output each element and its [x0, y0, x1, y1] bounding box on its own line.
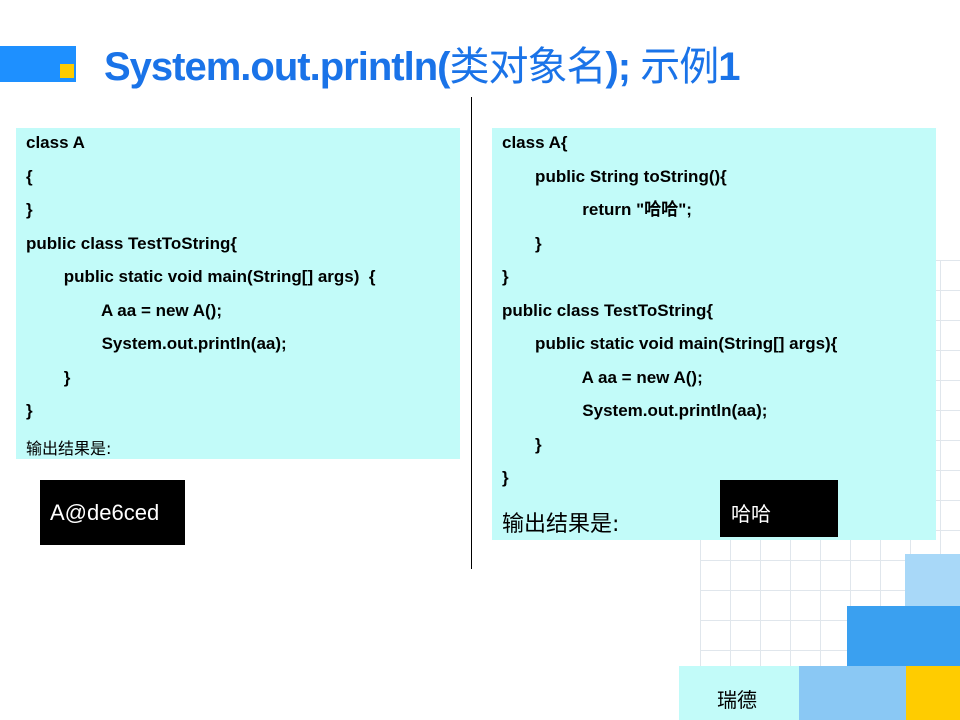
output-value: A@de6ced [50, 500, 160, 525]
vertical-divider [471, 97, 472, 569]
code-line: } [502, 234, 542, 253]
output-label: 输出结果是: [26, 439, 112, 458]
deco-block [798, 666, 906, 720]
code-line: public class TestToString{ [26, 234, 237, 253]
code-line: } [502, 468, 509, 487]
footer-text: 瑞德 [717, 688, 757, 712]
title-accent-square [60, 64, 74, 78]
code-line: A aa = new A(); [26, 301, 223, 320]
code-line: public class TestToString{ [502, 301, 713, 320]
title-part: 类对象名 [449, 44, 606, 90]
code-line: class A{ [502, 133, 568, 152]
code-line: return "哈哈"; [502, 200, 692, 219]
code-line: } [502, 267, 509, 286]
code-line: class A [26, 133, 85, 152]
code-line: { [26, 167, 33, 186]
footer-brand: 瑞德 [679, 666, 799, 720]
right-code-panel: class A{ public String toString(){ retur… [492, 128, 936, 540]
output-label: 输出结果是: [502, 512, 620, 537]
deco-block [847, 606, 960, 666]
code-line: public static void main(String[] args) { [26, 267, 376, 286]
deco-block [905, 554, 960, 606]
title-part: System.out.println( [104, 45, 450, 89]
output-value: 哈哈 [731, 502, 771, 526]
code-line: public String toString(){ [502, 167, 727, 186]
deco-block [906, 666, 960, 720]
title-part: 示例 [640, 44, 719, 90]
title-part: 1 [718, 45, 740, 89]
output-box-left: A@de6ced [40, 480, 185, 545]
code-line: } [26, 200, 33, 219]
output-box-right: 哈哈 [720, 480, 838, 537]
left-code-panel: class A { } public class TestToString{ p… [16, 128, 460, 459]
code-line: } [26, 401, 33, 420]
title-part: ); [605, 45, 641, 89]
code-line: A aa = new A(); [502, 368, 703, 387]
code-line: } [26, 368, 71, 387]
code-line: System.out.println(aa); [26, 334, 287, 353]
code-line: System.out.println(aa); [502, 401, 768, 420]
code-line: public static void main(String[] args){ [502, 334, 838, 353]
page-title: System.out.println(类对象名); 示例1 [104, 34, 740, 92]
code-line: } [502, 435, 542, 454]
